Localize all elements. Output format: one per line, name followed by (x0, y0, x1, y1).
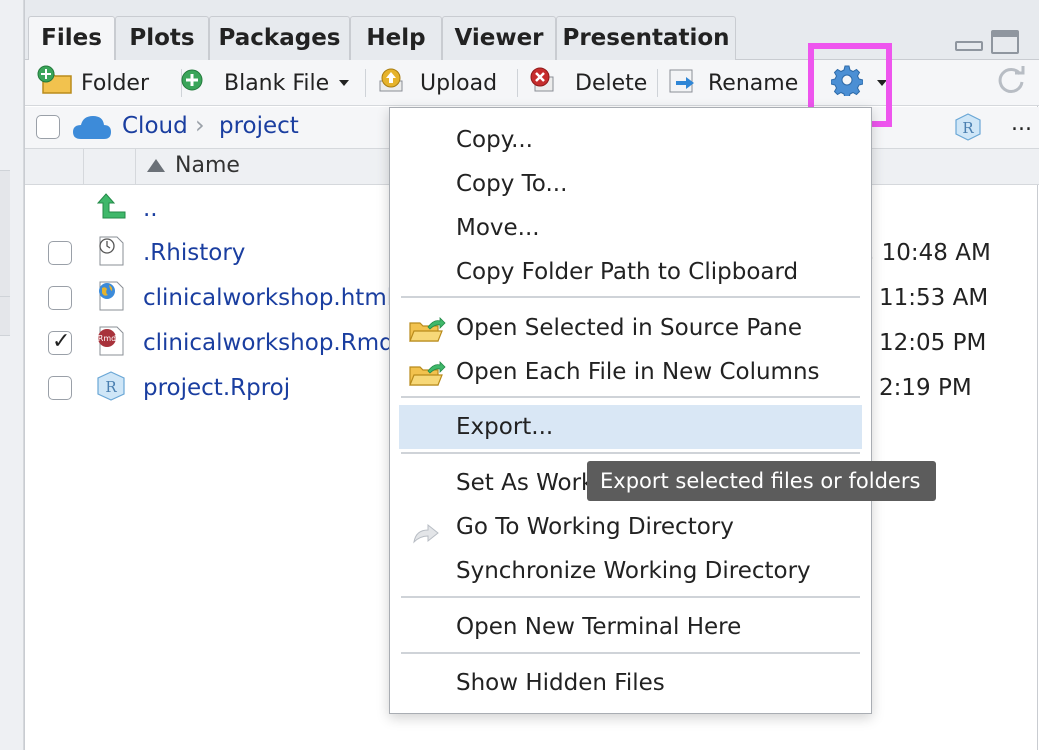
tab-files[interactable]: Files (28, 16, 115, 61)
blank-file-label: Blank File (224, 70, 330, 96)
menu-item-label: Open Selected in Source Pane (456, 315, 802, 341)
menu-item-label: Go To Working Directory (456, 514, 734, 540)
menu-item-open-in-source-pane[interactable]: Open Selected in Source Pane (390, 306, 871, 350)
menu-item-copy-folder-path[interactable]: Copy Folder Path to Clipboard (390, 250, 871, 294)
left-pane-strip (0, 0, 24, 750)
html-file-icon (95, 280, 127, 316)
left-pane-edge (0, 170, 10, 300)
svg-text:Rmd: Rmd (98, 334, 116, 343)
menu-item-copy-to[interactable]: Copy To... (390, 162, 871, 206)
rmd-file-icon: Rmd (95, 325, 127, 361)
menu-divider (401, 396, 860, 398)
delete-label: Delete (575, 70, 648, 96)
chevron-down-icon (339, 80, 350, 86)
minimize-pane-button[interactable] (955, 41, 983, 51)
file-modified: 2:19 PM (879, 375, 972, 401)
cloud-icon (71, 113, 113, 145)
rename-icon (668, 66, 698, 100)
upload-button[interactable]: Upload (378, 60, 497, 106)
tab-help[interactable]: Help (350, 16, 442, 60)
file-name[interactable]: clinicalworkshop.Rmd (143, 330, 394, 356)
menu-divider (401, 652, 860, 654)
select-all-checkbox[interactable] (36, 115, 60, 139)
blank-file-button[interactable]: Blank File (180, 60, 350, 106)
file-name[interactable]: .. (143, 196, 158, 222)
rename-label: Rename (708, 70, 799, 96)
file-name[interactable]: clinicalworkshop.html (143, 285, 393, 311)
upload-icon (378, 67, 404, 99)
sort-ascending-icon (147, 159, 165, 172)
row-checkbox[interactable] (48, 329, 72, 355)
file-name[interactable]: .Rhistory (143, 240, 245, 266)
left-pane-edge (0, 296, 10, 336)
project-icon[interactable]: R (953, 112, 983, 146)
tab-packages[interactable]: Packages (209, 16, 350, 60)
menu-item-export[interactable]: Export... (399, 405, 862, 449)
svg-text:R: R (962, 119, 974, 137)
row-checkbox[interactable] (48, 286, 72, 310)
delete-icon (529, 67, 555, 99)
new-folder-icon (37, 65, 73, 101)
parent-directory-icon (96, 192, 129, 224)
breadcrumb-project[interactable]: project (219, 113, 299, 139)
export-tooltip: Export selected files or folders (587, 461, 936, 501)
new-folder-button[interactable]: Folder (37, 60, 149, 106)
column-name-header[interactable]: Name (175, 153, 240, 178)
file-modified: 11:53 AM (879, 285, 989, 311)
more-options-menu: Copy... Copy To... Move... Copy Folder P… (389, 107, 872, 714)
menu-divider (401, 296, 860, 298)
row-checkbox[interactable] (48, 241, 72, 265)
menu-divider (401, 596, 860, 598)
rproj-file-icon: R (95, 370, 127, 406)
menu-item-show-hidden-files[interactable]: Show Hidden Files (390, 661, 871, 705)
upload-label: Upload (420, 70, 498, 96)
add-file-icon (180, 68, 204, 98)
delete-button[interactable]: Delete (529, 60, 647, 106)
menu-item-open-in-new-columns[interactable]: Open Each File in New Columns (390, 350, 871, 394)
breadcrumb-cloud[interactable]: Cloud (122, 113, 188, 139)
history-file-icon (95, 235, 127, 271)
menu-item-move[interactable]: Move... (390, 206, 871, 250)
more-path-button[interactable]: ... (1011, 111, 1032, 136)
tab-plots[interactable]: Plots (115, 16, 209, 60)
row-checkbox[interactable] (48, 376, 72, 400)
refresh-icon (995, 64, 1027, 102)
file-name[interactable]: project.Rproj (143, 375, 290, 401)
breadcrumb-separator: › (195, 111, 205, 139)
maximize-pane-button[interactable] (991, 30, 1019, 54)
tab-viewer[interactable]: Viewer (442, 16, 556, 60)
menu-item-open-terminal[interactable]: Open New Terminal Here (390, 605, 871, 649)
tab-presentation[interactable]: Presentation (556, 16, 736, 60)
menu-item-label: Open Each File in New Columns (456, 359, 820, 385)
svg-text:R: R (105, 378, 117, 396)
file-modified: , 10:48 AM (867, 240, 991, 266)
menu-item-synchronize-working-directory[interactable]: Synchronize Working Directory (390, 549, 871, 593)
menu-item-copy[interactable]: Copy... (390, 118, 871, 162)
file-modified: 12:05 PM (879, 330, 987, 356)
refresh-button[interactable] (995, 60, 1027, 106)
menu-item-go-to-working-directory[interactable]: Go To Working Directory (390, 505, 871, 549)
new-folder-label: Folder (81, 70, 149, 96)
rename-button[interactable]: Rename (668, 60, 798, 106)
menu-divider (401, 452, 860, 454)
